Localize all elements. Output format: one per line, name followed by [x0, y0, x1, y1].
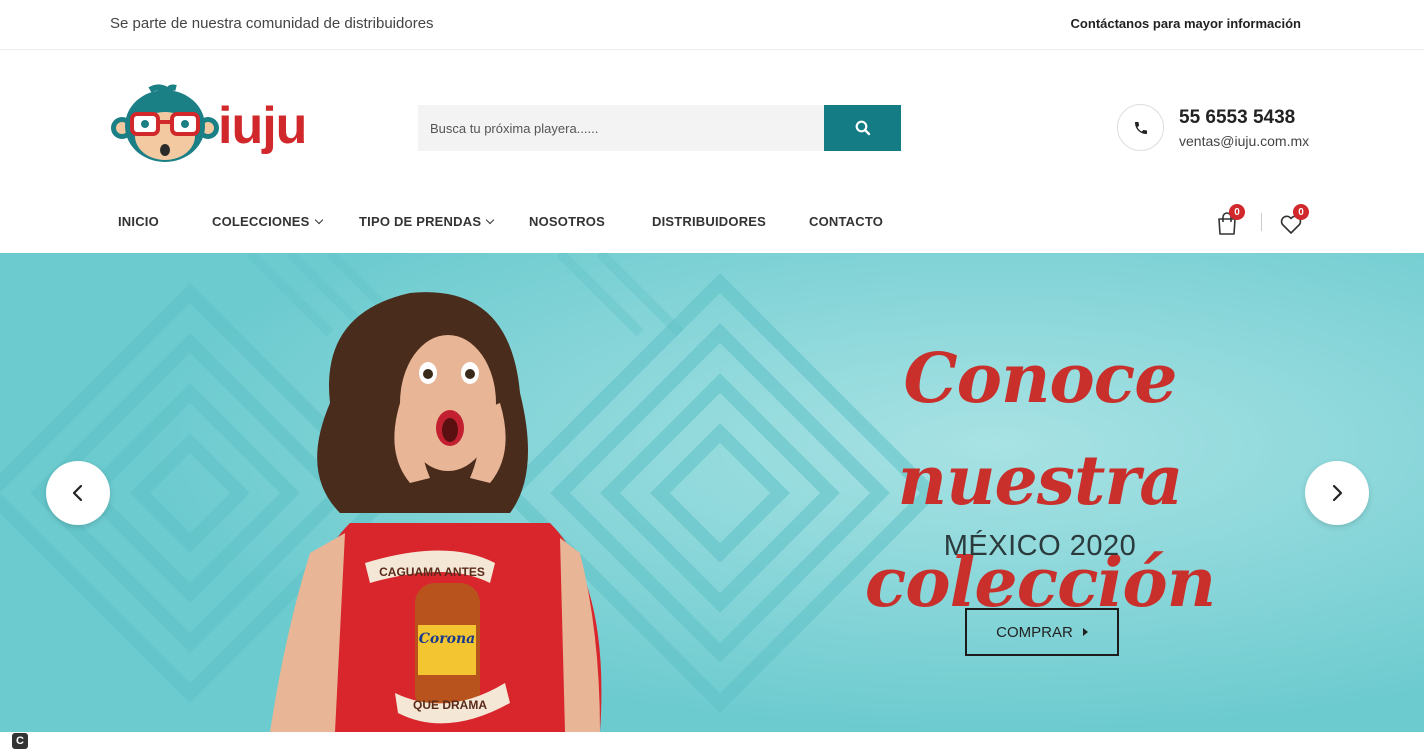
nav-divider — [1261, 213, 1262, 231]
logo-text[interactable]: iuju — [218, 96, 307, 156]
hero-title-line1: Conoce nuestra — [897, 339, 1184, 521]
app-badge-icon[interactable]: C — [12, 733, 28, 749]
search-bar — [418, 105, 901, 151]
hero-title: Conoce nuestra colección — [770, 328, 1310, 634]
slider-prev-button[interactable] — [46, 461, 110, 525]
contact-email[interactable]: ventas@iuju.com.mx — [1179, 133, 1309, 149]
nav-item-label: INICIO — [118, 214, 159, 229]
cart-count-badge: 0 — [1229, 204, 1245, 220]
main-nav: INICIO COLECCIONES TIPO DE PRENDAS NOSOT… — [0, 195, 1424, 253]
hero-subtitle: MÉXICO 2020 — [943, 530, 1137, 562]
contact-phone[interactable]: 55 6553 5438 — [1179, 107, 1295, 129]
nav-item-contacto[interactable]: CONTACTO — [809, 214, 883, 229]
nav-item-label: CONTACTO — [809, 214, 884, 229]
chevron-down-icon — [314, 215, 323, 225]
nav-item-colecciones[interactable]: COLECCIONES — [212, 214, 323, 229]
nav-item-label: DISTRIBUIDORES — [652, 214, 767, 229]
chevron-down-icon — [485, 215, 495, 225]
nav-item-label: COLECCIONES — [212, 214, 310, 229]
phone-icon-circle — [1117, 104, 1164, 151]
comprar-button-label: COMPRAR — [996, 623, 1073, 641]
phone-icon — [1134, 121, 1147, 134]
chevron-left-icon — [72, 484, 83, 502]
cart-button[interactable]: 0 — [1212, 204, 1245, 237]
shirt-top-text: CAGUAMA ANTES — [379, 565, 485, 579]
nav-item-tipo-de-prendas[interactable]: TIPO DE PRENDAS — [359, 214, 495, 229]
comprar-button[interactable]: COMPRAR — [965, 608, 1119, 656]
monkey-logo-icon — [111, 84, 219, 162]
nav-item-label: NOSOTROS — [529, 214, 605, 229]
nav-item-inicio[interactable]: INICIO — [118, 214, 159, 229]
topbar-contact-link[interactable]: Contáctanos para mayor información — [1071, 16, 1301, 31]
topbar-distributors-text: Se parte de nuestra comunidad de distrib… — [110, 15, 434, 32]
hero-slider: Corona CAGUAMA ANTES QUE DRAMA Conoce nu… — [0, 253, 1424, 732]
nav-item-distribuidores[interactable]: DISTRIBUIDORES — [652, 214, 766, 229]
nav-item-label: TIPO DE PRENDAS — [359, 214, 482, 229]
nav-item-nosotros[interactable]: NOSOTROS — [529, 214, 605, 229]
slider-next-button[interactable] — [1305, 461, 1369, 525]
search-icon — [855, 120, 870, 136]
header-contact: 55 6553 5438 ventas@iuju.com.mx — [1117, 104, 1317, 154]
chevron-right-icon — [1332, 484, 1343, 502]
caret-right-icon — [1082, 628, 1088, 636]
search-input[interactable] — [418, 105, 824, 151]
wishlist-button[interactable]: 0 — [1276, 204, 1309, 237]
shirt-bottom-text: QUE DRAMA — [413, 698, 487, 712]
shirt-brand-text: Corona — [419, 631, 475, 647]
search-button[interactable] — [824, 105, 901, 151]
wishlist-count-badge: 0 — [1293, 204, 1309, 220]
top-bar: Se parte de nuestra comunidad de distrib… — [0, 0, 1424, 50]
